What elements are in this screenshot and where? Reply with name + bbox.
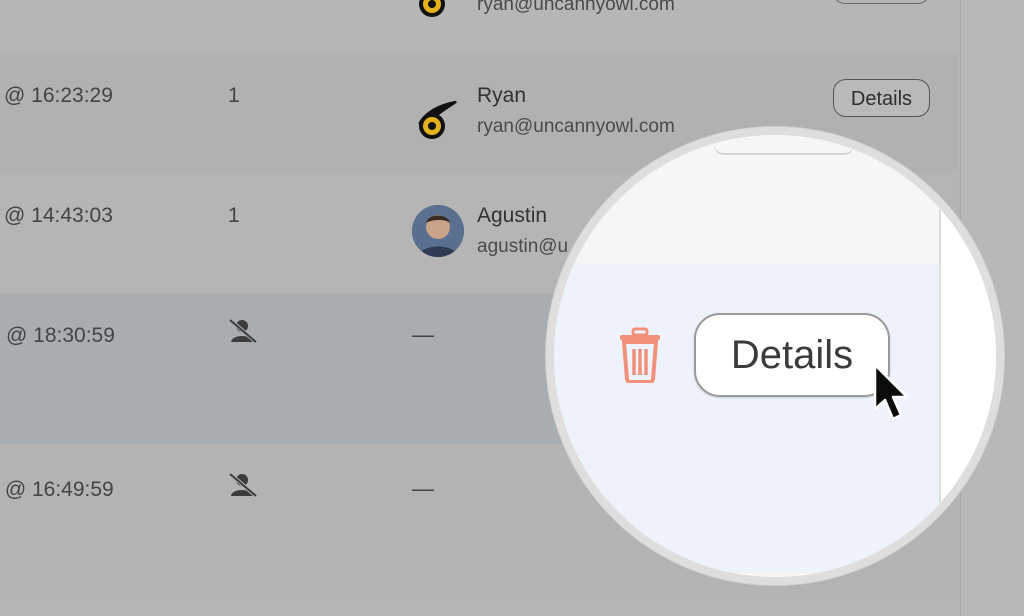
screen: ryan@uncannyowl.com @ 16:23:29 1 Ryan ry… xyxy=(0,0,1024,616)
submission-time: @ 16:23:29 xyxy=(4,84,113,107)
user-avatar xyxy=(412,205,464,257)
user-name: Ryan xyxy=(477,84,527,107)
table-row xyxy=(0,600,958,616)
zoomed-button-edge xyxy=(714,143,854,155)
user-name: Agustin xyxy=(477,204,548,227)
details-button[interactable]: Details xyxy=(833,79,930,117)
table-row: ryan@uncannyowl.com xyxy=(0,0,958,50)
user-email: ryan@uncannyowl.com xyxy=(477,0,675,15)
magnifier-lens: Details xyxy=(546,127,1004,585)
details-button[interactable]: Details xyxy=(694,313,890,397)
submission-time: - @ 16:49:59 xyxy=(0,478,114,501)
user-placeholder: — xyxy=(412,322,434,347)
submission-count: 1 xyxy=(228,204,240,227)
details-button-partial[interactable] xyxy=(833,0,930,4)
user-off-icon xyxy=(228,472,258,498)
cursor-arrow-icon xyxy=(873,363,909,421)
zoomed-row-highlight xyxy=(554,263,996,573)
zoomed-side-panel xyxy=(941,135,996,577)
submission-time: @ 18:30:59 xyxy=(6,324,115,347)
owl-icon xyxy=(412,94,464,146)
user-placeholder: — xyxy=(412,476,434,501)
submission-count: 1 xyxy=(228,84,240,107)
trash-icon[interactable] xyxy=(616,327,664,383)
zoomed-divider xyxy=(939,135,941,577)
submission-time: @ 14:43:03 xyxy=(4,204,113,227)
user-off-icon xyxy=(228,318,258,344)
owl-icon xyxy=(412,0,464,26)
